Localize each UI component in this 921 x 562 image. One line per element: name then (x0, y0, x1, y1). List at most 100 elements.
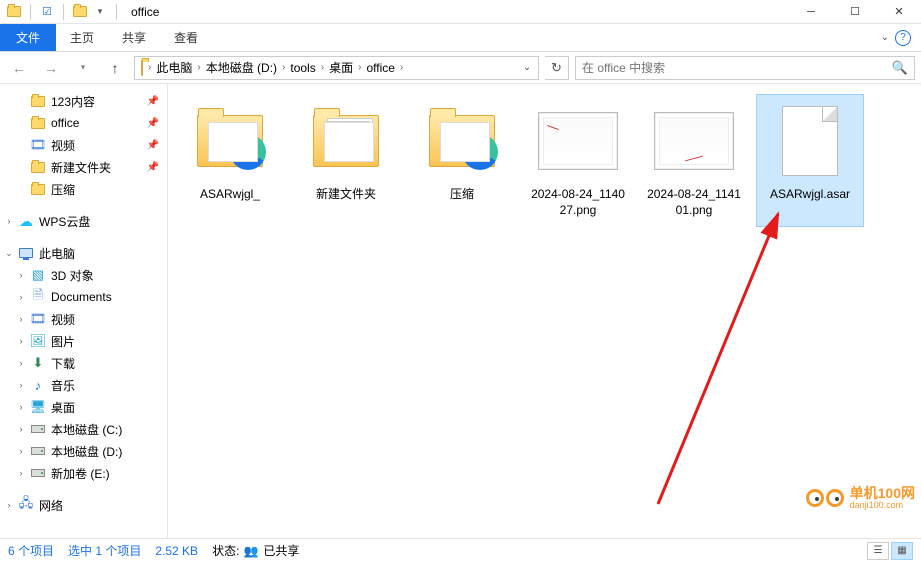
sidebar-item-documents[interactable]: › 🗎 Documents (0, 286, 167, 308)
file-item-folder[interactable]: 压缩 (408, 94, 516, 227)
sidebar-item-123[interactable]: 123内容📌 (0, 90, 167, 112)
expand-icon[interactable]: › (16, 446, 26, 456)
qat-dropdown-icon[interactable]: ▾ (92, 4, 108, 20)
nav-up-button[interactable]: ↑ (102, 55, 128, 81)
drive-icon (30, 421, 46, 437)
search-icon[interactable]: 🔍 (892, 60, 908, 76)
sidebar-item-office[interactable]: office📌 (0, 112, 167, 134)
address-history-dropdown[interactable]: ⌄ (518, 62, 536, 73)
expand-icon[interactable]: › (16, 270, 26, 280)
expand-icon[interactable]: › (16, 380, 26, 390)
address-bar-row: ← → ▾ ↑ › 此电脑 › 本地磁盘 (D:) › tools › 桌面 ›… (0, 52, 921, 84)
annotation-arrow (648, 204, 808, 514)
breadcrumb-office[interactable]: office (362, 61, 398, 75)
sidebar-item-video[interactable]: 🎞 视频 📌 (0, 134, 167, 156)
file-item-asar[interactable]: ASARwjgl.asar (756, 94, 864, 227)
pin-icon: 📌 (147, 96, 159, 107)
sidebar-item-newfolder[interactable]: 新建文件夹📌 (0, 156, 167, 178)
pin-icon: 📌 (147, 162, 159, 173)
navigation-pane[interactable]: 123内容📌 office📌 🎞 视频 📌 新建文件夹📌 压缩 ›☁WPS云盘 ⌄此… (0, 84, 168, 538)
folder-large-icon (190, 101, 270, 181)
ribbon-tab-view[interactable]: 查看 (160, 24, 212, 51)
status-state-value: 已共享 (263, 542, 299, 559)
sidebar-item-desktop[interactable]: ›🖥桌面 (0, 396, 167, 418)
expand-icon[interactable]: › (16, 292, 26, 302)
view-large-icons-button[interactable]: ▦ (891, 542, 913, 560)
shared-icon: 👥 (243, 543, 259, 559)
downloads-icon: ⬇ (30, 355, 46, 371)
video-icon: 🎞 (30, 137, 46, 153)
status-item-count: 6 个项目 (8, 542, 54, 559)
maximize-button[interactable]: ☐ (833, 0, 877, 24)
breadcrumb-sep-icon[interactable]: › (399, 62, 404, 73)
collapse-icon[interactable]: ⌄ (4, 248, 14, 259)
breadcrumb-thispc[interactable]: 此电脑 (152, 59, 196, 76)
folder-icon (30, 115, 46, 131)
address-bar[interactable]: › 此电脑 › 本地磁盘 (D:) › tools › 桌面 › office … (134, 56, 539, 80)
pin-icon: 📌 (147, 140, 159, 151)
image-thumbnail-icon (654, 101, 734, 181)
sidebar-item-label: 视频 (51, 311, 75, 328)
sidebar-item-drive-c[interactable]: ›本地磁盘 (C:) (0, 418, 167, 440)
sidebar-item-compress[interactable]: 压缩 (0, 178, 167, 200)
sidebar-item-3d[interactable]: ›▧3D 对象 (0, 264, 167, 286)
drive-icon (30, 443, 46, 459)
sidebar-item-label: 3D 对象 (51, 267, 94, 284)
file-item-image[interactable]: 2024-08-24_114027.png (524, 94, 632, 227)
ribbon-tab-share[interactable]: 共享 (108, 24, 160, 51)
sidebar-item-label: 本地磁盘 (D:) (51, 443, 122, 460)
breadcrumb-drive-d[interactable]: 本地磁盘 (D:) (202, 59, 281, 76)
sidebar-item-label: 图片 (51, 333, 75, 350)
sidebar-item-drive-e[interactable]: ›新加卷 (E:) (0, 462, 167, 484)
breadcrumb-tools[interactable]: tools (286, 61, 319, 75)
nav-recent-dropdown[interactable]: ▾ (70, 55, 96, 81)
expand-icon[interactable]: › (16, 402, 26, 412)
close-button[interactable]: ✕ (877, 0, 921, 24)
file-list-pane[interactable]: ASARwjgl_ 新建文件夹 压缩 2024-08-24_114027.png… (168, 84, 921, 538)
refresh-button[interactable]: ↻ (545, 56, 569, 80)
expand-icon[interactable]: › (16, 314, 26, 324)
nav-back-button[interactable]: ← (6, 55, 32, 81)
view-details-button[interactable]: ☰ (867, 542, 889, 560)
expand-icon[interactable]: › (4, 216, 14, 226)
file-item-folder[interactable]: 新建文件夹 (292, 94, 400, 227)
breadcrumb-desktop[interactable]: 桌面 (325, 59, 357, 76)
ribbon-expand-button[interactable]: ⌄ ? (881, 24, 921, 51)
ribbon-file-tab[interactable]: 文件 (0, 24, 56, 51)
sidebar-item-downloads[interactable]: ›⬇下载 (0, 352, 167, 374)
qat-properties-icon[interactable]: ☑ (39, 4, 55, 20)
sidebar-item-wps[interactable]: ›☁WPS云盘 (0, 210, 167, 232)
documents-icon: 🗎 (30, 289, 46, 305)
expand-icon[interactable]: › (4, 500, 14, 510)
expand-icon[interactable]: › (16, 358, 26, 368)
help-icon[interactable]: ? (895, 30, 911, 46)
sidebar-item-label: 桌面 (51, 399, 75, 416)
status-size: 2.52 KB (155, 544, 198, 558)
folder-large-icon (422, 101, 502, 181)
minimize-button[interactable]: ─ (789, 0, 833, 24)
search-box[interactable]: 🔍 (575, 56, 915, 80)
file-name-label: 2024-08-24_114027.png (529, 187, 627, 218)
sidebar-item-label: Documents (51, 290, 112, 304)
sidebar-item-network[interactable]: ›🖧网络 (0, 494, 167, 516)
ribbon-tab-home[interactable]: 主页 (56, 24, 108, 51)
sidebar-item-pictures[interactable]: ›🖼图片 (0, 330, 167, 352)
search-input[interactable] (582, 61, 892, 75)
expand-icon[interactable]: › (16, 424, 26, 434)
sidebar-item-label: 网络 (39, 497, 63, 514)
sidebar-item-music[interactable]: ›♪音乐 (0, 374, 167, 396)
expand-icon[interactable]: › (16, 336, 26, 346)
nav-forward-button[interactable]: → (38, 55, 64, 81)
drive-icon (30, 465, 46, 481)
qat-folder-icon[interactable] (72, 4, 88, 20)
expand-icon[interactable]: › (16, 468, 26, 478)
image-thumbnail-icon (538, 101, 618, 181)
status-selection: 选中 1 个项目 (68, 542, 141, 559)
watermark-logo-icon (806, 489, 844, 507)
file-item-folder[interactable]: ASARwjgl_ (176, 94, 284, 227)
sidebar-item-drive-d[interactable]: › 本地磁盘 (D:) (0, 440, 167, 462)
sidebar-item-videos[interactable]: ›🎞视频 (0, 308, 167, 330)
sidebar-item-label: 视频 (51, 137, 75, 154)
sidebar-item-thispc[interactable]: ⌄此电脑 (0, 242, 167, 264)
file-item-image[interactable]: 2024-08-24_114101.png (640, 94, 748, 227)
